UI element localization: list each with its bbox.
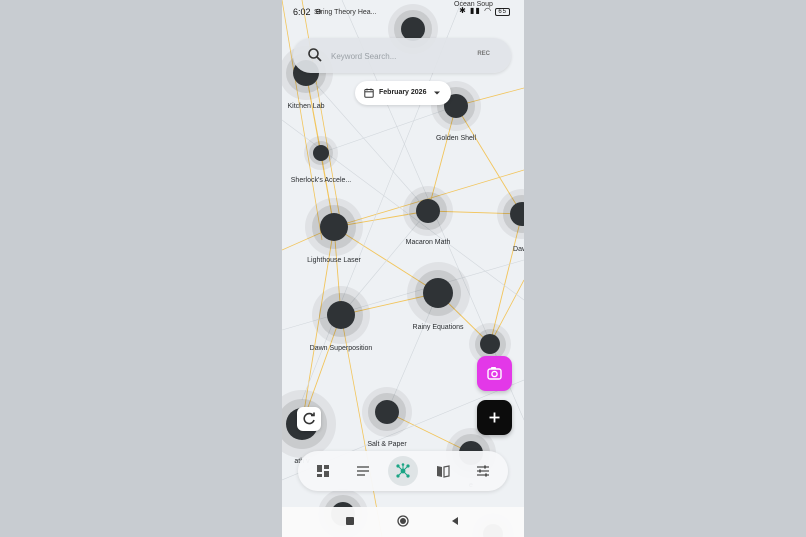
sliders-icon: [477, 465, 489, 477]
bluetooth-icon: ✱: [459, 6, 467, 15]
list-icon: [357, 466, 369, 476]
date-filter-label: February 2026: [379, 89, 427, 96]
add-button[interactable]: [477, 400, 512, 435]
node-label: Macaron Math: [405, 239, 451, 246]
search-icon[interactable]: [307, 47, 323, 63]
date-filter-chip[interactable]: February 2026: [355, 81, 451, 105]
back-icon[interactable]: [450, 516, 460, 526]
nav-list[interactable]: [348, 456, 378, 486]
camera-button[interactable]: [477, 356, 512, 391]
camera-icon: [487, 367, 502, 380]
nav-library[interactable]: [428, 456, 458, 486]
search-input[interactable]: [329, 47, 473, 65]
home-icon[interactable]: [397, 515, 409, 527]
signal-icon: ▮▮: [470, 6, 481, 15]
node-label: Salt & Paper: [367, 441, 407, 448]
dashboard-icon: [317, 465, 329, 477]
node-label: Sherlock's Accele...: [290, 177, 352, 184]
refresh-icon: [303, 412, 315, 425]
status-bar: 6:02 ⊖ String Theory Hea... Ocean Soup ✱…: [282, 0, 524, 22]
phone-screen: Kitchen Lab Golden Shell Sherlock's Accele…: [282, 0, 524, 537]
book-icon: [437, 465, 450, 478]
node-label: Lighthouse Laser: [307, 257, 361, 264]
battery-icon: 65: [495, 8, 510, 16]
node-core: [480, 334, 500, 354]
status-time: 6:02: [293, 7, 311, 17]
status-icons: ✱ ▮▮ ◠ 65: [459, 6, 510, 16]
search-badge[interactable]: REC: [477, 51, 490, 57]
node-core: [313, 145, 329, 161]
recents-icon[interactable]: [345, 516, 355, 526]
nav-dashboard[interactable]: [308, 456, 338, 486]
nav-settings[interactable]: [468, 456, 498, 486]
node-label: Dawn Superposition: [309, 345, 373, 352]
graph-edge: [301, 0, 343, 231]
graph-network-icon: [396, 463, 410, 478]
node-core: [423, 278, 453, 308]
refresh-button[interactable]: [297, 407, 321, 431]
node-label: Rainy Equations: [412, 324, 464, 331]
node-core: [416, 199, 440, 223]
calendar-icon: [364, 88, 374, 98]
search-bar[interactable]: REC: [293, 38, 511, 73]
node-label: Kitchen Lab: [287, 103, 325, 110]
bottom-navigation: [298, 451, 508, 491]
node-label: Golden Shell: [435, 135, 477, 142]
node-core: [327, 301, 355, 329]
notification-text: String Theory Hea...: [314, 9, 377, 16]
system-navigation-bar: [282, 507, 524, 537]
plus-icon: [489, 412, 500, 423]
node-core: [375, 400, 399, 424]
node-label: Dawn: [513, 246, 524, 253]
wifi-icon: ◠: [484, 6, 493, 15]
chevron-down-icon: [434, 91, 440, 95]
nav-graph[interactable]: [388, 456, 418, 486]
node-core: [320, 213, 348, 241]
